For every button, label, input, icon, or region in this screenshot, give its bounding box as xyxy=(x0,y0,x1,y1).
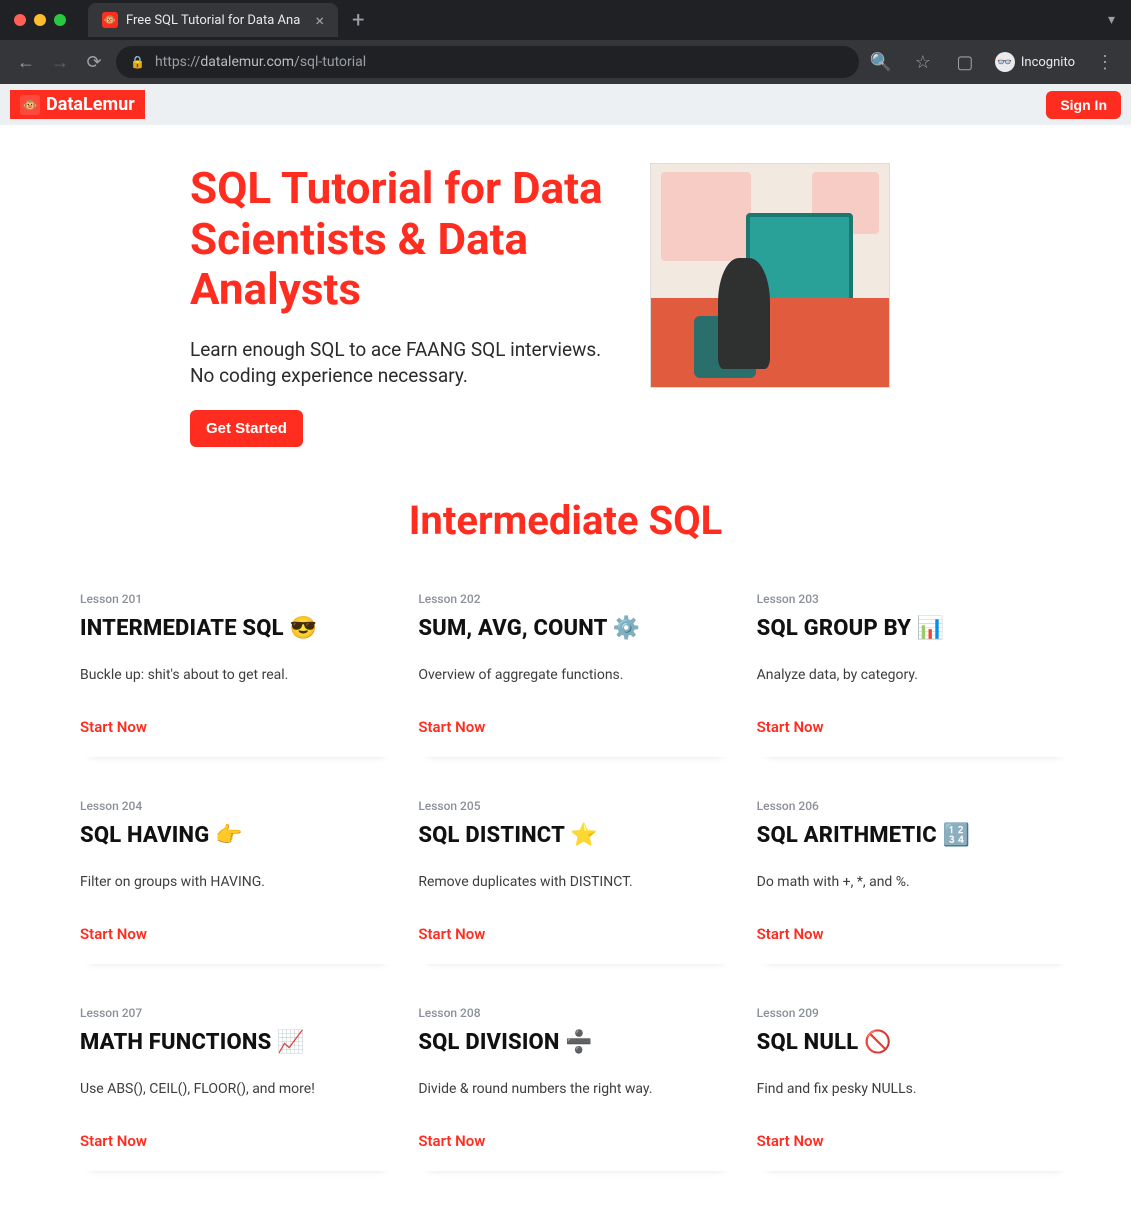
toolbar-right: 🔍 ☆ ▢ 👓 Incognito ⋮ xyxy=(869,52,1117,73)
tab-close-icon[interactable]: × xyxy=(315,11,324,30)
lesson-number: Lesson 209 xyxy=(757,1006,1063,1020)
lesson-card[interactable]: Lesson 202 SUM, AVG, COUNT ⚙️ Overview of … xyxy=(418,574,732,757)
lesson-number: Lesson 204 xyxy=(80,799,386,813)
lesson-title: SQL DIVISION ➗ xyxy=(418,1030,724,1055)
lock-icon: 🔒 xyxy=(130,55,145,69)
hero-title: SQL Tutorial for Data Scientists & Data … xyxy=(190,163,610,315)
lesson-description: Buckle up: shit's about to get real. xyxy=(80,667,386,683)
start-now-link[interactable]: Start Now xyxy=(418,925,485,943)
lesson-card[interactable]: Lesson 209 SQL NULL 🚫 Find and fix pesky N… xyxy=(757,988,1071,1171)
hero-subtitle: Learn enough SQL to ace FAANG SQL interv… xyxy=(190,337,610,390)
window-minimize-icon[interactable] xyxy=(34,14,46,26)
start-now-link[interactable]: Start Now xyxy=(418,718,485,736)
lesson-title: SQL ARITHMETIC 🔢 xyxy=(757,823,1063,848)
panel-icon[interactable]: ▢ xyxy=(953,52,977,73)
favicon-icon: 🐵 xyxy=(102,12,118,28)
lesson-card[interactable]: Lesson 203 SQL GROUP BY 📊 Analyze data, by… xyxy=(757,574,1071,757)
nav-back-icon[interactable]: ← xyxy=(14,52,38,73)
browser-toolbar: ← → ⟳ 🔒 https://datalemur.com/sql-tutori… xyxy=(0,40,1131,84)
browser-tab[interactable]: 🐵 Free SQL Tutorial for Data Ana × xyxy=(88,3,338,37)
get-started-button[interactable]: Get Started xyxy=(190,410,303,447)
lesson-number: Lesson 201 xyxy=(80,592,386,606)
hero-content: SQL Tutorial for Data Scientists & Data … xyxy=(190,163,610,447)
tab-strip: 🐵 Free SQL Tutorial for Data Ana × + ▾ xyxy=(0,0,1131,40)
lesson-title: SQL GROUP BY 📊 xyxy=(757,616,1063,641)
hero: SQL Tutorial for Data Scientists & Data … xyxy=(0,125,1131,457)
tab-title: Free SQL Tutorial for Data Ana xyxy=(126,13,307,28)
start-now-link[interactable]: Start Now xyxy=(418,1132,485,1150)
url-host: datalemur.com xyxy=(200,54,294,70)
tab-overflow-icon[interactable]: ▾ xyxy=(1092,12,1131,28)
lesson-title: SQL DISTINCT ⭐ xyxy=(418,823,724,848)
lesson-card[interactable]: Lesson 206 SQL ARITHMETIC 🔢 Do math with +… xyxy=(757,781,1071,964)
lessons-grid: Lesson 201 INTERMEDIATE SQL 😎 Buckle up: s… xyxy=(0,574,1131,1211)
address-bar[interactable]: 🔒 https://datalemur.com/sql-tutorial xyxy=(116,46,859,78)
lesson-description: Filter on groups with HAVING. xyxy=(80,874,386,890)
hero-illustration xyxy=(650,163,890,388)
start-now-link[interactable]: Start Now xyxy=(80,925,147,943)
lesson-title: SUM, AVG, COUNT ⚙️ xyxy=(418,616,724,641)
new-tab-button[interactable]: + xyxy=(352,8,364,33)
url-path: /sql-tutorial xyxy=(294,54,366,70)
lesson-number: Lesson 206 xyxy=(757,799,1063,813)
url-protocol: https:// xyxy=(155,54,200,70)
lesson-card[interactable]: Lesson 207 MATH FUNCTIONS 📈 Use ABS(), CEI… xyxy=(80,988,394,1171)
bookmark-icon[interactable]: ☆ xyxy=(911,52,935,73)
lesson-description: Overview of aggregate functions. xyxy=(418,667,724,683)
brand-icon: 🐵 xyxy=(20,95,40,115)
lesson-number: Lesson 203 xyxy=(757,592,1063,606)
lesson-card[interactable]: Lesson 204 SQL HAVING 👉 Filter on groups w… xyxy=(80,781,394,964)
menu-icon[interactable]: ⋮ xyxy=(1093,52,1117,73)
browser-chrome: 🐵 Free SQL Tutorial for Data Ana × + ▾ ←… xyxy=(0,0,1131,84)
nav-reload-icon[interactable]: ⟳ xyxy=(82,52,106,73)
url-text: https://datalemur.com/sql-tutorial xyxy=(155,54,366,70)
window-controls xyxy=(6,14,78,26)
lesson-card[interactable]: Lesson 208 SQL DIVISION ➗ Divide & round n… xyxy=(418,988,732,1171)
start-now-link[interactable]: Start Now xyxy=(757,718,824,736)
incognito-label: Incognito xyxy=(1021,55,1075,70)
brand-logo[interactable]: 🐵 DataLemur xyxy=(10,90,145,119)
search-icon[interactable]: 🔍 xyxy=(869,52,893,73)
lesson-description: Divide & round numbers the right way. xyxy=(418,1081,724,1097)
site-header: 🐵 DataLemur Sign In xyxy=(0,84,1131,125)
incognito-indicator: 👓 Incognito xyxy=(995,52,1075,72)
lesson-description: Use ABS(), CEIL(), FLOOR(), and more! xyxy=(80,1081,386,1097)
brand-name: DataLemur xyxy=(46,94,135,115)
start-now-link[interactable]: Start Now xyxy=(80,1132,147,1150)
lesson-card[interactable]: Lesson 201 INTERMEDIATE SQL 😎 Buckle up: s… xyxy=(80,574,394,757)
incognito-icon: 👓 xyxy=(995,52,1015,72)
lesson-card[interactable]: Lesson 205 SQL DISTINCT ⭐ Remove duplicate… xyxy=(418,781,732,964)
lesson-title: INTERMEDIATE SQL 😎 xyxy=(80,616,386,641)
section-title: Intermediate SQL xyxy=(0,497,1131,544)
lesson-title: SQL HAVING 👉 xyxy=(80,823,386,848)
window-close-icon[interactable] xyxy=(14,14,26,26)
start-now-link[interactable]: Start Now xyxy=(757,925,824,943)
lesson-description: Remove duplicates with DISTINCT. xyxy=(418,874,724,890)
lesson-description: Analyze data, by category. xyxy=(757,667,1063,683)
lesson-number: Lesson 202 xyxy=(418,592,724,606)
lesson-number: Lesson 207 xyxy=(80,1006,386,1020)
sign-in-button[interactable]: Sign In xyxy=(1046,91,1121,119)
lesson-title: MATH FUNCTIONS 📈 xyxy=(80,1030,386,1055)
lesson-description: Find and fix pesky NULLs. xyxy=(757,1081,1063,1097)
lesson-title: SQL NULL 🚫 xyxy=(757,1030,1063,1055)
start-now-link[interactable]: Start Now xyxy=(80,718,147,736)
lesson-number: Lesson 205 xyxy=(418,799,724,813)
window-maximize-icon[interactable] xyxy=(54,14,66,26)
nav-forward-icon: → xyxy=(48,52,72,73)
lesson-number: Lesson 208 xyxy=(418,1006,724,1020)
lesson-description: Do math with +, *, and %. xyxy=(757,874,1063,890)
start-now-link[interactable]: Start Now xyxy=(757,1132,824,1150)
